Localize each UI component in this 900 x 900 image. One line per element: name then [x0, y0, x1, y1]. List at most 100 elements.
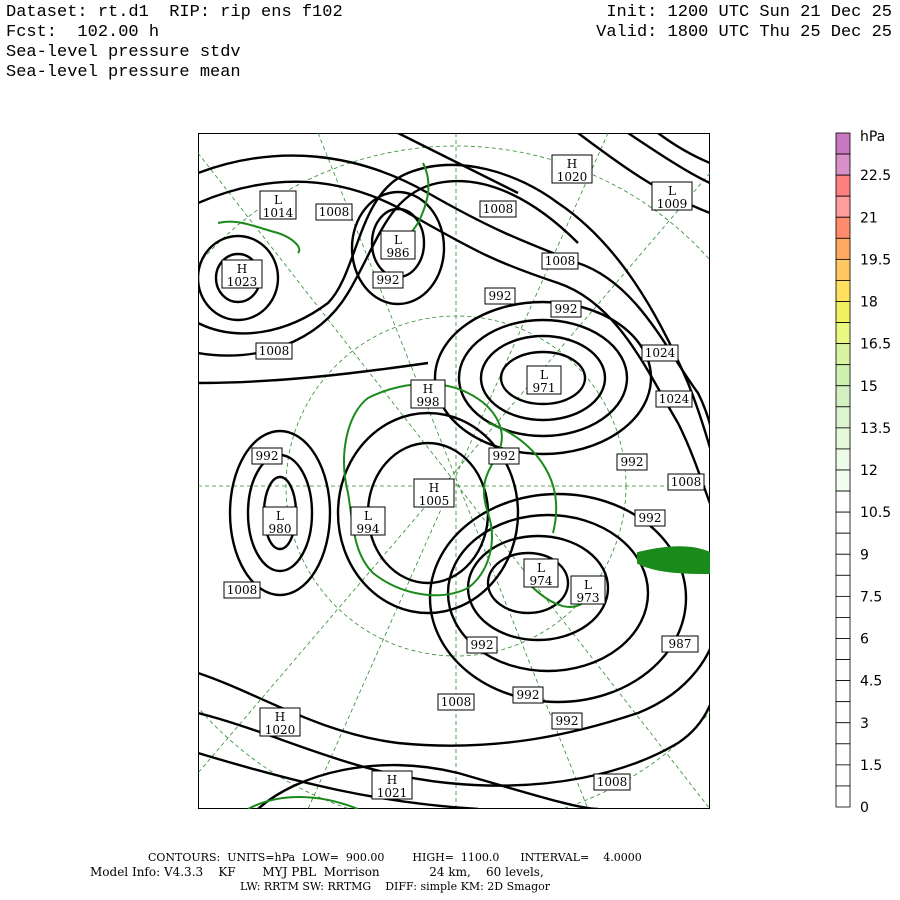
svg-text:992: 992 — [493, 449, 516, 463]
svg-text:1008: 1008 — [671, 475, 702, 489]
contour-label: 987 — [661, 635, 699, 653]
scale-tick-label: 22.5 — [860, 168, 891, 184]
scale-swatch — [835, 280, 851, 302]
svg-text:L: L — [537, 561, 545, 575]
scale-swatch — [835, 343, 851, 366]
contour-label: 1024 — [641, 344, 679, 362]
center-low: L974 — [523, 558, 559, 588]
svg-text:994: 994 — [357, 522, 380, 536]
svg-text:980: 980 — [269, 522, 292, 536]
scale-labels: 22.5 21 19.5 18 16.5 15 13.5 12 10.5 9 7.5 6 4.5 3 1.5… — [860, 168, 891, 815]
svg-text:1008: 1008 — [227, 583, 258, 597]
scale-boxes — [835, 132, 851, 808]
scale-tick-label: 7.5 — [860, 589, 882, 605]
center-high: H1020 — [259, 707, 301, 737]
svg-text:L: L — [276, 509, 284, 523]
contour-label: 1008 — [255, 342, 293, 360]
scale-swatch — [835, 195, 851, 218]
scale-swatch — [835, 490, 851, 513]
svg-text:1008: 1008 — [597, 775, 628, 789]
scale-tick-label: 13.5 — [860, 421, 891, 437]
svg-text:H: H — [567, 157, 577, 171]
svg-text:987: 987 — [669, 637, 692, 651]
svg-text:992: 992 — [621, 455, 644, 469]
scale-swatch — [835, 532, 851, 555]
svg-text:H: H — [429, 481, 439, 495]
scale-tick-label: 19.5 — [860, 252, 891, 268]
scale-tick-label: 16.5 — [860, 337, 891, 353]
svg-text:L: L — [394, 233, 402, 247]
scale-swatch — [835, 258, 851, 281]
svg-text:L: L — [364, 509, 372, 523]
contour-label: 1008 — [593, 773, 631, 791]
svg-text:1014: 1014 — [263, 206, 294, 220]
svg-text:H: H — [387, 773, 397, 787]
contour-label: 992 — [484, 287, 516, 305]
scale-swatch — [835, 701, 851, 724]
svg-text:1020: 1020 — [265, 723, 296, 737]
svg-text:H: H — [237, 262, 247, 276]
svg-text:1008: 1008 — [545, 254, 576, 268]
svg-text:1024: 1024 — [645, 346, 676, 360]
header-right: Init: 1200 UTC Sun 21 Dec 25 Valid: 1800… — [596, 3, 892, 43]
contour-label: 992 — [251, 447, 283, 465]
svg-text:L: L — [274, 193, 282, 207]
scale-swatch — [835, 574, 851, 597]
svg-text:992: 992 — [517, 688, 540, 702]
svg-text:L: L — [668, 184, 676, 198]
scale-tick-label: 10.5 — [860, 505, 891, 521]
contour-label: 992 — [466, 636, 498, 654]
center-low: L986 — [380, 230, 416, 260]
svg-text:1009: 1009 — [657, 197, 688, 211]
svg-text:1023: 1023 — [227, 275, 258, 289]
svg-text:1021: 1021 — [377, 786, 408, 800]
scale-swatch — [835, 595, 851, 618]
contour-label: 1008 — [667, 473, 705, 491]
scale-tick-label: 21 — [860, 210, 878, 226]
center-low: L1014 — [259, 190, 297, 220]
scale-tick-label: 18 — [860, 295, 878, 311]
scale-swatch — [835, 216, 851, 239]
scale-swatch — [835, 469, 851, 492]
scale-swatch — [835, 237, 851, 260]
svg-text:H: H — [423, 382, 433, 396]
contour-label: 992 — [372, 271, 404, 289]
valid-line: Valid: 1800 UTC Thu 25 Dec 25 — [596, 23, 892, 42]
scale-swatch — [835, 174, 851, 197]
center-high: H1021 — [371, 770, 413, 800]
contour-label: 992 — [616, 453, 648, 471]
center-low: L971 — [526, 365, 562, 395]
scale-swatch — [835, 553, 851, 576]
center-high: H1005 — [413, 478, 455, 508]
scale-swatch — [835, 659, 851, 682]
color-scale: hPa 22.5 21 19.5 18 16.5 15 13.5 12 10.5 9 7.5 6 4.5… — [835, 129, 891, 815]
svg-text:998: 998 — [417, 395, 440, 409]
contour-label: 992 — [634, 509, 666, 527]
contour-label: 992 — [551, 712, 583, 730]
scale-swatch — [835, 132, 851, 155]
scale-tick-label: 9 — [860, 547, 869, 563]
scale-swatch — [835, 153, 851, 176]
svg-text:992: 992 — [256, 449, 279, 463]
svg-text:973: 973 — [577, 591, 600, 605]
scale-tick-label: 1.5 — [860, 758, 882, 774]
scale-swatch — [835, 511, 851, 534]
center-high: H1023 — [221, 259, 263, 289]
scale-swatch — [835, 638, 851, 660]
scale-tick-label: 3 — [860, 716, 869, 732]
scale-swatch — [835, 385, 851, 408]
svg-text:1008: 1008 — [483, 202, 514, 216]
scale-swatch — [835, 364, 851, 387]
scale-swatch — [835, 743, 851, 766]
center-high: H998 — [410, 379, 446, 409]
contour-label: 1008 — [437, 693, 475, 711]
svg-text:992: 992 — [377, 273, 400, 287]
contour-label: 992 — [550, 300, 582, 318]
svg-text:986: 986 — [387, 246, 410, 260]
svg-text:1005: 1005 — [419, 494, 450, 508]
center-low: L1009 — [651, 181, 693, 211]
contour-label: 1024 — [655, 390, 693, 408]
scale-tick-label: 4.5 — [860, 674, 882, 690]
scale-swatch — [835, 406, 851, 429]
contour-label: 992 — [512, 686, 544, 704]
